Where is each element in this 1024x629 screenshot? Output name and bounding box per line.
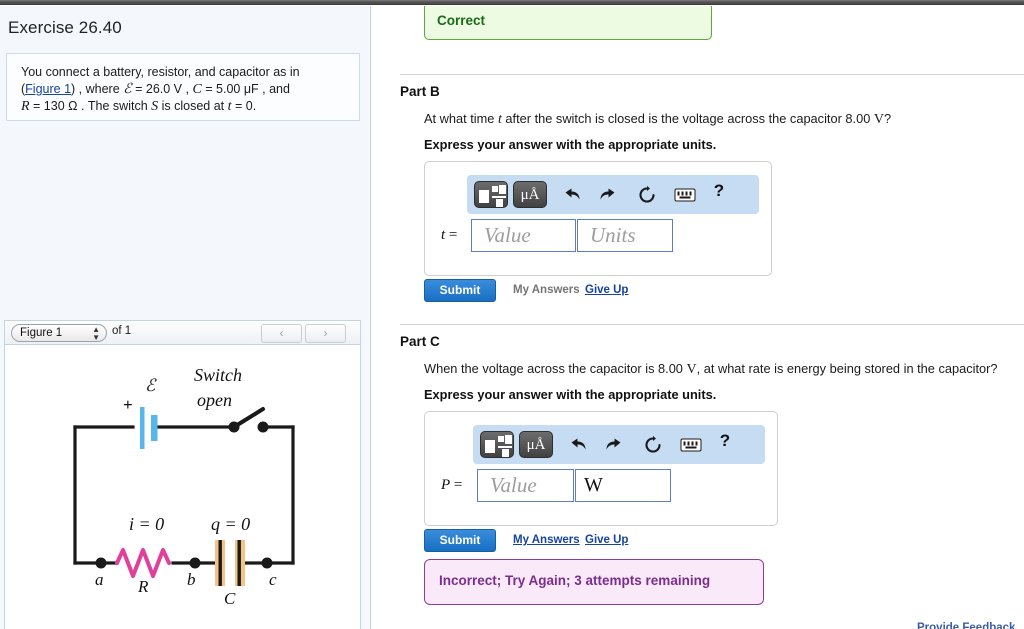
part-b-question: At what time t after the switch is close… — [424, 111, 891, 128]
desc-line2a: ) , where — [71, 82, 123, 96]
page-title: Exercise 26.40 — [8, 18, 122, 38]
node-label-a: a — [95, 570, 104, 590]
part-c-q-pre: When the voltage across the capacitor is… — [424, 361, 686, 376]
divider-part-b — [400, 74, 1024, 75]
part-c-var-equals: = — [450, 477, 462, 493]
part-b-var-equals: = — [445, 227, 457, 243]
part-c-value-input[interactable]: Value — [477, 469, 574, 502]
part-c-answer-card: μÅ ? P = Value — [424, 411, 778, 526]
part-b-submit-button[interactable]: Submit — [424, 279, 496, 302]
resistance-value: = 130 Ω . The switch — [30, 99, 152, 113]
help-icon[interactable]: ? — [708, 181, 730, 208]
part-c-var-symbol: P — [441, 477, 450, 493]
part-b-q-unit: V — [874, 112, 884, 127]
undo-icon[interactable] — [556, 181, 586, 208]
node-dot-b — [190, 558, 201, 569]
figure-select[interactable]: Figure 1 ▲▼ — [11, 324, 107, 342]
part-c-variable-label: P = — [441, 477, 462, 494]
part-c-submit-button[interactable]: Submit — [424, 529, 496, 552]
part-b-units-input[interactable]: Units — [577, 219, 673, 252]
problem-description-text: You connect a battery, resistor, and cap… — [21, 64, 351, 115]
reset-icon[interactable] — [638, 431, 668, 458]
correct-banner: Correct — [424, 6, 712, 40]
circuit-diagram — [5, 345, 362, 629]
current-label: i = 0 — [129, 514, 164, 535]
figure-count-label: of 1 — [112, 325, 131, 337]
problem-sidebar: Exercise 26.40 You connect a battery, re… — [0, 6, 371, 629]
node-dot-a — [96, 558, 107, 569]
emf-value: = 26.0 V , — [132, 82, 193, 96]
node-label-b: b — [187, 570, 196, 590]
part-b-answer-card: μÅ ? t = Value — [424, 161, 772, 276]
units-icon[interactable]: μÅ — [513, 181, 547, 208]
incorrect-feedback-banner: Incorrect; Try Again; 3 attempts remaini… — [424, 559, 764, 605]
resistor-label: R — [138, 577, 148, 597]
undo-icon[interactable] — [562, 431, 592, 458]
figure-prev-button[interactable]: ‹ — [261, 324, 302, 343]
part-b-instruction: Express your answer with the appropriate… — [424, 137, 716, 152]
figure-1-link[interactable]: Figure 1 — [25, 82, 71, 96]
part-c-give-up[interactable]: Give Up — [585, 534, 628, 546]
battery-symbol — [140, 407, 158, 449]
desc-tail: is closed at — [158, 99, 227, 113]
template-icon[interactable] — [480, 431, 514, 458]
part-c-units-input[interactable]: W — [575, 469, 671, 502]
part-b-give-up[interactable]: Give Up — [585, 284, 628, 296]
part-c-question: When the voltage across the capacitor is… — [424, 361, 998, 378]
switch-symbol — [229, 409, 269, 433]
node-label-c: c — [269, 570, 277, 590]
correct-banner-text: Correct — [437, 13, 485, 28]
time-value: = 0. — [232, 99, 257, 113]
answer-main-panel: Correct Part B At what time t after the … — [372, 6, 1024, 629]
desc-line1: You connect a battery, resistor, and cap… — [21, 65, 300, 79]
template-icon[interactable] — [474, 181, 508, 208]
part-b-math-toolbar: μÅ ? — [467, 175, 759, 214]
part-c-my-answers[interactable]: My Answers — [513, 534, 580, 546]
part-b-variable-label: t = — [441, 227, 457, 244]
incorrect-feedback-text: Incorrect; Try Again; 3 attempts remaini… — [439, 573, 710, 588]
chevron-updown-icon: ▲▼ — [92, 326, 100, 342]
part-b-label: Part B — [400, 84, 440, 99]
resistance-symbol: R — [21, 99, 30, 114]
part-c-instruction: Express your answer with the appropriate… — [424, 387, 716, 402]
charge-label: q = 0 — [211, 514, 250, 535]
part-c-math-toolbar: μÅ ? — [473, 425, 765, 464]
keyboard-icon[interactable] — [670, 181, 700, 208]
node-dot-c — [262, 558, 273, 569]
part-c-q-post: , at what rate is energy being stored in… — [697, 361, 998, 376]
browser-chrome-bar — [0, 0, 1024, 5]
divider-part-c — [400, 324, 1024, 325]
part-b-q-post: ? — [884, 111, 891, 126]
figure-select-value: Figure 1 — [20, 327, 62, 339]
problem-description-box: You connect a battery, resistor, and cap… — [6, 53, 360, 121]
capacitance-value: = 5.00 μF , and — [202, 82, 290, 96]
figure-image-panel: ℰ + Switch open i = 0 q = 0 a R b c C — [4, 345, 361, 629]
emf-label: ℰ — [145, 376, 155, 396]
part-b-q-pre: At what time — [424, 111, 498, 126]
battery-plus-label: + — [123, 395, 133, 415]
capacitor-symbol — [215, 540, 245, 586]
resistor-symbol — [117, 550, 169, 576]
keyboard-icon[interactable] — [676, 431, 706, 458]
figure-next-button[interactable]: › — [305, 324, 346, 343]
units-icon[interactable]: μÅ — [519, 431, 553, 458]
page-root: Exercise 26.40 You connect a battery, re… — [0, 0, 1024, 629]
reset-icon[interactable] — [632, 181, 662, 208]
part-b-value-input[interactable]: Value — [471, 219, 576, 252]
redo-icon[interactable] — [600, 431, 630, 458]
capacitor-label: C — [224, 589, 235, 609]
figure-toolbar: Figure 1 ▲▼ of 1 ‹ › — [4, 320, 361, 345]
emf-symbol: ℰ — [123, 82, 131, 97]
redo-icon[interactable] — [594, 181, 624, 208]
part-b-my-answers[interactable]: My Answers — [513, 284, 580, 296]
switch-label-line1: Switch — [194, 365, 242, 386]
switch-label-line2: open — [197, 390, 232, 411]
help-icon[interactable]: ? — [714, 431, 736, 458]
part-b-q-mid: after the switch is closed is the voltag… — [502, 111, 874, 126]
part-c-q-unit: V — [686, 362, 696, 377]
capacitance-symbol: C — [192, 82, 201, 97]
part-c-label: Part C — [400, 334, 440, 349]
provide-feedback-link[interactable]: Provide Feedback — [917, 622, 1015, 629]
